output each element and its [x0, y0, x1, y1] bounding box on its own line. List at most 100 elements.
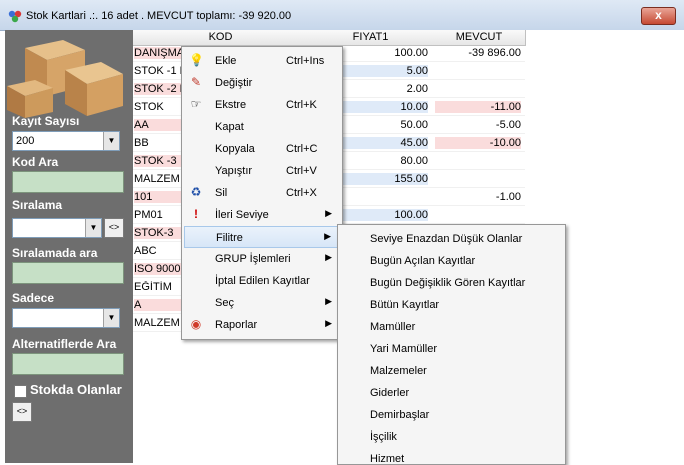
alternatif-label: Alternatiflerde Ara	[12, 337, 117, 351]
kayit-sayisi-value: 200	[16, 135, 35, 147]
cell-kod: 101	[134, 191, 182, 203]
menu-item-raporlar[interactable]: ◉ Raporlar ▶	[184, 314, 340, 336]
filter-item[interactable]: Giderler	[370, 387, 409, 399]
cell-kod: EĞİTİM	[134, 281, 182, 293]
menu-item-ekle[interactable]: 💡 Ekle Ctrl+Ins	[184, 50, 340, 72]
kod-ara-input[interactable]	[12, 171, 124, 193]
cell-kod: PM01	[134, 209, 182, 221]
cell-kod: STOK -3	[134, 155, 182, 167]
siralama-label: Sıralama	[12, 198, 63, 212]
hand-icon: ☞	[190, 97, 202, 111]
chevron-down-icon[interactable]: ▼	[103, 132, 119, 150]
filter-item[interactable]: Bugün Açılan Kayıtlar	[370, 255, 475, 267]
menu-item-label: İptal Edilen Kayıtlar	[215, 275, 310, 287]
submenu-arrow-icon: ▶	[325, 296, 332, 306]
stokda-checkbox[interactable]	[14, 385, 27, 398]
col-header-mevcut[interactable]: MEVCUT	[433, 30, 526, 46]
cell-kod: MALZEM	[134, 317, 182, 329]
menu-item-i-leri-seviye[interactable]: ! İleri Seviye ▶	[184, 204, 340, 226]
siralama-select[interactable]: ▼	[12, 218, 102, 238]
filter-panel: Kayıt Sayısı 200 ▼ Kod Ara Sıralama ▼ <>…	[5, 30, 133, 463]
boxes-logo	[5, 30, 133, 118]
filter-submenu: Seviye Enazdan Düşük Olanlar Bugün Açılan…	[337, 224, 566, 465]
filter-item[interactable]: Seviye Enazdan Düşük Olanlar	[370, 233, 522, 245]
report-icon: ◉	[190, 317, 202, 331]
menu-item-label: Ekle	[215, 55, 237, 67]
menu-item-yapıştır[interactable]: Yapıştır Ctrl+V	[184, 160, 340, 182]
menu-item-label: Sil	[215, 187, 228, 199]
col-header-kod[interactable]: KOD	[133, 30, 309, 46]
sadece-label: Sadece	[12, 291, 55, 305]
app-icon	[8, 10, 22, 23]
menu-item-label: Yapıştır	[215, 165, 253, 177]
cell-kod: DANIŞMA	[134, 47, 182, 59]
cell-kod: STOK	[134, 101, 182, 113]
cell-kod: MALZEM	[134, 173, 182, 185]
filter-item[interactable]: Malzemeler	[370, 365, 427, 377]
cell-kod: STOK-3	[134, 227, 182, 239]
sadece-select[interactable]: ▼	[12, 308, 120, 328]
submenu-arrow-icon: ▶	[325, 318, 332, 328]
filter-item[interactable]: İşçilik	[370, 431, 397, 443]
cell-kod: BB	[134, 137, 182, 149]
window-title: Stok Kartlari .:. 16 adet . MEVCUT topla…	[26, 10, 292, 22]
kayit-sayisi-select[interactable]: 200 ▼	[12, 131, 120, 151]
recycle-icon: ♻	[190, 185, 202, 199]
menu-item-sil[interactable]: ♻ Sil Ctrl+X	[184, 182, 340, 204]
cell-kod: ABC	[134, 245, 182, 257]
cell-kod: AA	[134, 119, 182, 131]
filter-item[interactable]: Mamüller	[370, 321, 415, 333]
menu-item-label: Değiştir	[215, 77, 253, 89]
menu-item-grup-i-şlemleri[interactable]: GRUP İşlemleri ▶	[184, 248, 340, 270]
menu-item-shortcut: Ctrl+Ins	[286, 55, 325, 67]
stokda-label: Stokda Olanlar	[30, 382, 122, 397]
kayit-sayisi-label: Kayıt Sayısı	[12, 114, 80, 128]
bulb-icon: 💡	[189, 53, 204, 67]
menu-item-shortcut: Ctrl+K	[286, 99, 317, 111]
filter-item[interactable]: Hizmet	[370, 453, 404, 465]
alternatif-input[interactable]	[12, 353, 124, 375]
menu-item-filitre[interactable]: Filitre ▶	[184, 226, 340, 248]
filter-item[interactable]: Yari Mamüller	[370, 343, 437, 355]
cell-mevcut: -1.00	[495, 191, 521, 203]
context-menu: 💡 Ekle Ctrl+Ins ✎ Değiştir ☞ Ekstre Ctrl+K Kapat…	[181, 46, 343, 340]
close-button[interactable]: x	[641, 7, 676, 25]
menu-item-kapat[interactable]: Kapat	[184, 116, 340, 138]
pencil-icon: ✎	[190, 75, 202, 89]
exclamation-icon: !	[194, 207, 198, 221]
cell-kod: STOK -2 D	[134, 83, 182, 95]
menu-item-değiştir[interactable]: ✎ Değiştir	[184, 72, 340, 94]
menu-item-label: Filitre	[216, 232, 243, 244]
swap-button[interactable]: <>	[104, 218, 124, 238]
menu-item-label: GRUP İşlemleri	[215, 253, 291, 265]
chevron-down-icon[interactable]: ▼	[85, 219, 101, 237]
menu-item-i-ptal-edilen-kayıtlar[interactable]: İptal Edilen Kayıtlar	[184, 270, 340, 292]
menu-item-seç[interactable]: Seç ▶	[184, 292, 340, 314]
filter-item[interactable]: Bugün Değişiklik Gören Kayıtlar	[370, 277, 525, 289]
cell-kod: STOK -1 D	[134, 65, 182, 77]
menu-item-label: Seç	[215, 297, 234, 309]
swap-button-2[interactable]: <>	[12, 402, 32, 422]
cell-mevcut: -39 896.00	[468, 47, 521, 59]
submenu-arrow-icon: ▶	[325, 208, 332, 218]
filter-item[interactable]: Bütün Kayıtlar	[370, 299, 439, 311]
menu-item-label: İleri Seviye	[215, 209, 269, 221]
cell-kod: İSO 9000	[134, 263, 182, 275]
siralamada-ara-input[interactable]	[12, 262, 124, 284]
submenu-arrow-icon: ▶	[324, 231, 331, 241]
col-header-fiyat[interactable]: FIYAT1	[308, 30, 434, 46]
title-bar: Stok Kartlari .:. 16 adet . MEVCUT topla…	[0, 0, 684, 31]
cell-mevcut: -10.00	[435, 137, 521, 149]
cell-mevcut: -5.00	[495, 119, 521, 131]
menu-item-ekstre[interactable]: ☞ Ekstre Ctrl+K	[184, 94, 340, 116]
menu-item-label: Ekstre	[215, 99, 247, 111]
menu-item-kopyala[interactable]: Kopyala Ctrl+C	[184, 138, 340, 160]
filter-item[interactable]: Demirbaşlar	[370, 409, 429, 421]
menu-item-shortcut: Ctrl+C	[286, 143, 318, 155]
menu-item-label: Kapat	[215, 121, 244, 133]
cell-kod: A	[134, 299, 182, 311]
menu-item-shortcut: Ctrl+X	[286, 187, 317, 199]
siralamada-ara-label: Sıralamada ara	[12, 246, 98, 260]
menu-item-shortcut: Ctrl+V	[286, 165, 317, 177]
chevron-down-icon[interactable]: ▼	[103, 309, 119, 327]
